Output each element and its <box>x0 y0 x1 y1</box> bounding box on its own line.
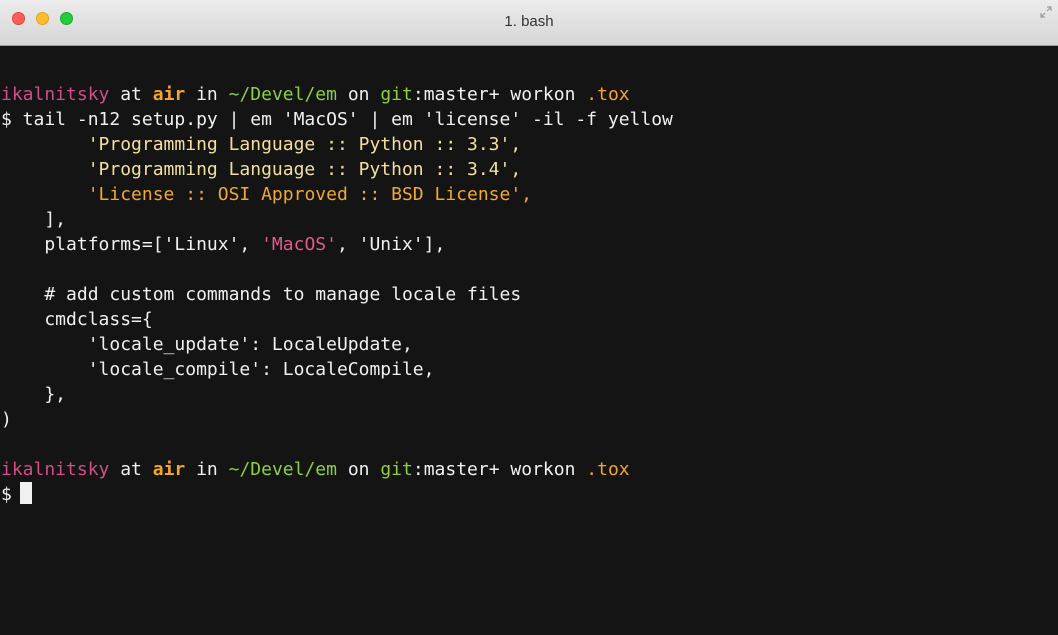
prompt-host: air <box>152 84 186 105</box>
output-line: }, <box>1 384 67 405</box>
prompt-branch: :master+ <box>412 459 500 480</box>
prompt-env: .tox <box>586 84 630 105</box>
prompt-workon: workon <box>499 459 587 480</box>
prompt-line-1: ikalnitsky at air in ~/Devel/em on git:m… <box>1 82 1058 107</box>
fullscreen-icon[interactable] <box>1040 6 1052 18</box>
output-line: 'Programming Language :: Python :: 3.4', <box>1 159 522 180</box>
output-line: cmdclass={ <box>1 309 153 330</box>
platforms-post: , 'Unix'], <box>336 234 446 255</box>
output-line-highlight: 'License :: OSI Approved :: BSD License'… <box>1 182 1058 207</box>
prompt-on: on <box>336 84 381 105</box>
prompt-user: ikalnitsky <box>1 84 110 105</box>
prompt-branch: :master+ <box>412 84 500 105</box>
command-line-1: $ tail -n12 setup.py | em 'MacOS' | em '… <box>1 109 673 130</box>
prompt-in: in <box>185 459 229 480</box>
prompt-symbol: $ <box>1 484 12 505</box>
prompt-git-label: git <box>380 459 413 480</box>
terminal-window: 1. bash ikalnitsky at air in ~/Devel/em … <box>0 0 1058 635</box>
prompt-at: at <box>109 84 153 105</box>
prompt-host: air <box>152 459 186 480</box>
output-line: 'Programming Language :: Python :: 3.3', <box>1 134 522 155</box>
prompt-in: in <box>185 84 229 105</box>
prompt-path: ~/Devel/em <box>228 84 337 105</box>
window-title: 1. bash <box>504 13 554 30</box>
highlight-macos: 'MacOS' <box>261 234 337 255</box>
prompt-env: .tox <box>586 459 630 480</box>
prompt-on: on <box>336 459 381 480</box>
output-line: ) <box>1 409 12 430</box>
highlight-license: 'License :: OSI Approved :: BSD License'… <box>87 184 533 205</box>
output-indent <box>1 184 88 205</box>
title-bar[interactable]: 1. bash <box>0 0 1058 46</box>
output-line: ], <box>1 209 67 230</box>
prompt-path: ~/Devel/em <box>228 459 337 480</box>
output-line: 'locale_compile': LocaleCompile, <box>1 359 435 380</box>
prompt-line-2: ikalnitsky at air in ~/Devel/em on git:m… <box>1 457 1058 482</box>
text-cursor <box>19 482 32 504</box>
output-line-platforms: platforms=['Linux', 'MacOS', 'Unix'], <box>1 232 1058 257</box>
prompt-workon: workon <box>499 84 587 105</box>
terminal-content[interactable]: ikalnitsky at air in ~/Devel/em on git:m… <box>0 46 1058 635</box>
output-line: # add custom commands to manage locale f… <box>1 284 522 305</box>
command-line-2[interactable]: $ <box>1 482 1058 507</box>
output-line: 'locale_update': LocaleUpdate, <box>1 334 413 355</box>
prompt-at: at <box>109 459 153 480</box>
prompt-user: ikalnitsky <box>1 459 110 480</box>
platforms-pre: platforms=['Linux', <box>1 234 262 255</box>
prompt-git-label: git <box>380 84 413 105</box>
